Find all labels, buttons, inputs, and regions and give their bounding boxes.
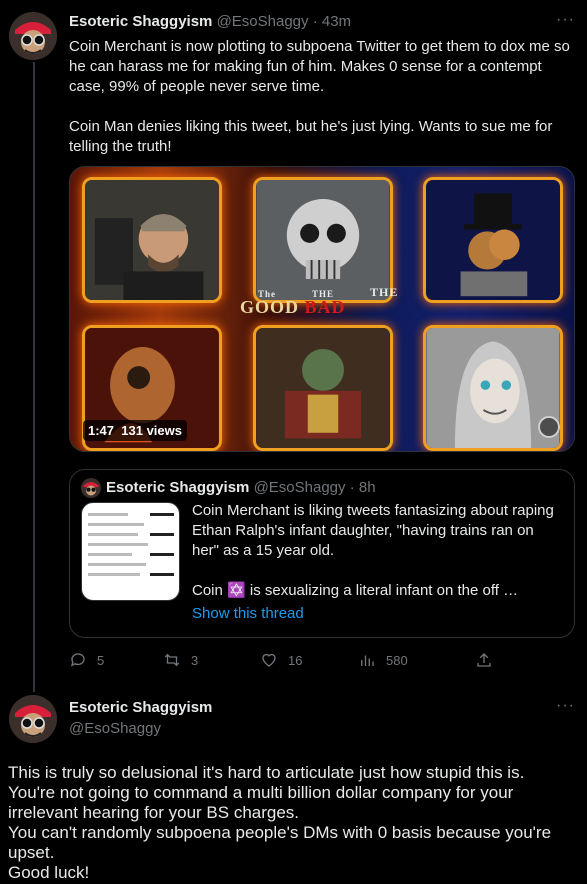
quote-avatar — [81, 478, 101, 498]
share-icon — [477, 653, 491, 667]
banner-the-1: The — [258, 289, 277, 299]
reply-icon — [70, 653, 85, 667]
tweet-header: Esoteric Shaggyism @EsoShaggy — [69, 699, 212, 737]
quote-author-name: Esoteric Shaggyism — [106, 479, 250, 496]
author-handle[interactable]: @EsoShaggy — [217, 13, 309, 30]
avatar[interactable] — [9, 695, 57, 743]
video-media[interactable]: The GOOD THE BAD THE — [69, 166, 575, 452]
author-name[interactable]: Esoteric Shaggyism — [69, 13, 212, 30]
video-duration-badge: 1:47 131 views — [83, 420, 187, 441]
like-button[interactable]: 16 — [260, 651, 302, 669]
author-name[interactable]: Esoteric Shaggyism — [69, 699, 212, 716]
quote-author-handle: @EsoShaggy — [253, 479, 346, 496]
media-tile-streamer — [82, 177, 222, 303]
view-count: 580 — [386, 652, 408, 668]
share-button[interactable] — [475, 651, 503, 669]
more-options-icon[interactable]: ··· — [556, 11, 575, 29]
video-views: 131 views — [121, 423, 182, 438]
quote-text: Coin Merchant is liking tweets fantasizi… — [192, 502, 554, 599]
thread-connector — [33, 62, 35, 692]
media-tile-armor — [253, 325, 393, 451]
more-options-icon[interactable]: ··· — [556, 697, 575, 715]
media-banner: The GOOD THE BAD THE — [240, 285, 397, 318]
timestamp[interactable]: 43m — [322, 13, 351, 30]
retweet-button[interactable]: 3 — [163, 651, 198, 669]
like-count: 16 — [288, 652, 303, 668]
media-tile-tophat — [423, 177, 563, 303]
banner-bad: BAD — [304, 297, 346, 317]
banner-the-2: THE — [312, 289, 335, 299]
video-duration: 1:47 — [88, 423, 115, 438]
author-handle[interactable]: @EsoShaggy — [69, 720, 212, 737]
quote-header: Esoteric Shaggyism @EsoShaggy · 8h — [106, 479, 376, 496]
avatar[interactable] — [9, 12, 57, 60]
banner-the-3: THE — [370, 285, 399, 299]
retweet-count: 3 — [191, 652, 199, 668]
separator: · — [312, 13, 318, 30]
analytics-icon — [361, 655, 374, 666]
banner-good: GOOD — [240, 297, 300, 317]
retweet-icon — [164, 653, 180, 667]
tweet-header: Esoteric Shaggyism @EsoShaggy · 43m — [69, 13, 351, 30]
reply-button[interactable]: 5 — [69, 651, 104, 669]
quote-separator: · — [349, 479, 355, 496]
reply-count: 5 — [97, 652, 105, 668]
show-thread-link[interactable]: Show this thread — [192, 605, 304, 622]
action-bar: 5 3 16 580 — [69, 651, 499, 671]
heart-icon — [262, 653, 276, 667]
quote-thumbnail — [81, 502, 180, 601]
tweet-text: Coin Merchant is now plotting to subpoen… — [69, 38, 570, 155]
views-button[interactable]: 580 — [358, 651, 408, 669]
video-settings-icon[interactable] — [538, 416, 560, 438]
tweet-text: This is truly so delusional it's hard to… — [8, 763, 552, 882]
quote-timestamp: 8h — [358, 479, 376, 496]
